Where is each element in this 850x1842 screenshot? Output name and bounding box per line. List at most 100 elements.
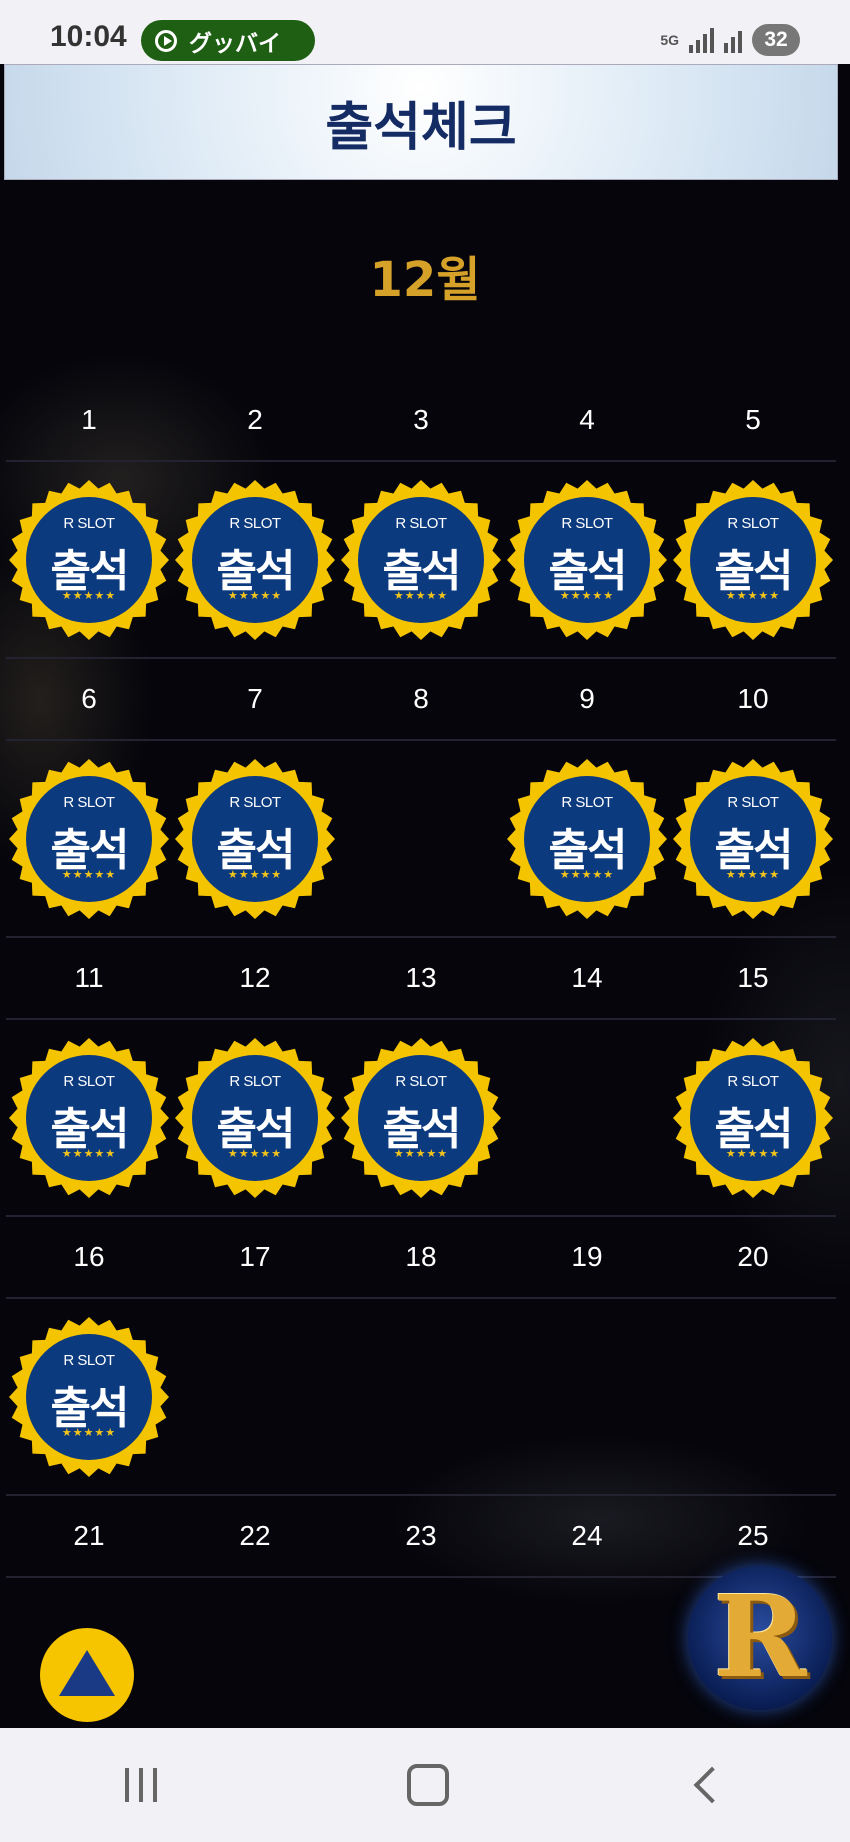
day-number: 7 [247,683,263,714]
battery-icon: 32 [752,24,800,56]
stamp-stars: ★★★★★ [559,589,615,602]
stamp-stars: ★★★★★ [227,1147,283,1160]
stamp-brand: R SLOT [561,793,613,811]
day-number: 25 [737,1520,769,1551]
attendance-stamp: R SLOT 출석 ★★★★★ [8,1037,170,1199]
day-cell[interactable]: R SLOT 출석 ★★★★★ [172,741,338,936]
stamp-stars: ★★★★★ [725,1147,781,1160]
stamp-brand: R SLOT [229,514,281,532]
stamp-brand: R SLOT [727,793,779,811]
day-number: 4 [579,404,595,435]
day-cell[interactable]: R SLOT 출석 ★★★★★ [6,741,172,936]
day-cell[interactable] [504,1020,670,1215]
stamp-stars: ★★★★★ [227,589,283,602]
stamp-stars: ★★★★★ [61,868,117,881]
day-cell[interactable] [172,1299,338,1494]
attendance-stamp: R SLOT 출석 ★★★★★ [8,479,170,641]
day-number: 14 [571,962,603,993]
stamp-stars: ★★★★★ [559,868,615,881]
day-cell[interactable]: R SLOT 출석 ★★★★★ [338,462,504,657]
stamp-brand: R SLOT [727,1072,779,1090]
day-cell[interactable]: R SLOT 출석 ★★★★★ [670,1020,836,1215]
stamp-brand: R SLOT [63,514,115,532]
stamp-brand: R SLOT [395,1072,447,1090]
day-number: 16 [73,1241,105,1272]
network-type: 5G [660,32,679,48]
day-number-row: 16 17 18 19 20 [6,1217,836,1299]
stamp-stars: ★★★★★ [61,1147,117,1160]
notification-pill[interactable]: グッバイ [141,20,315,61]
stamp-brand: R SLOT [63,1351,115,1369]
android-nav-bar [0,1728,850,1842]
day-cell[interactable] [670,1299,836,1494]
attendance-stamp: R SLOT 출석 ★★★★★ [8,758,170,920]
day-cell[interactable]: R SLOT 출석 ★★★★★ [670,462,836,657]
day-cell[interactable] [338,1299,504,1494]
day-number: 20 [737,1241,769,1272]
signal-icon-2 [724,27,742,53]
home-icon[interactable] [407,1764,449,1806]
stamp-brand: R SLOT [229,1072,281,1090]
day-number: 5 [745,404,761,435]
clock: 10:04 [50,20,127,53]
attendance-stamp: R SLOT 출석 ★★★★★ [672,758,834,920]
notification-text: グッバイ [189,30,281,57]
day-number: 12 [239,962,271,993]
day-cell[interactable]: R SLOT 출석 ★★★★★ [172,462,338,657]
stamp-brand: R SLOT [63,1072,115,1090]
scroll-top-button[interactable] [40,1628,134,1722]
page-header: 출석체크 [4,64,838,180]
day-number: 8 [413,683,429,714]
day-number: 9 [579,683,595,714]
attendance-calendar: 12345R SLOT 출석 ★★★★★ R SLOT 출석 ★★★★★ R SLOT 출석 ★… [6,380,836,1775]
day-cell[interactable]: R SLOT 출석 ★★★★★ [504,462,670,657]
attendance-stamp: R SLOT 출석 ★★★★★ [8,1316,170,1478]
day-number-row: 6 7 8 9 10 [6,659,836,741]
month-title: 12월 [369,252,481,308]
day-number: 6 [81,683,97,714]
day-cell[interactable]: R SLOT 출석 ★★★★★ [6,1020,172,1215]
stamp-stars: ★★★★★ [61,589,117,602]
day-cell[interactable]: R SLOT 출석 ★★★★★ [6,462,172,657]
day-cell[interactable]: R SLOT 출석 ★★★★★ [172,1020,338,1215]
stamp-brand: R SLOT [63,793,115,811]
day-number: 22 [239,1520,271,1551]
status-bar: 10:04 グッバイ 5G 32 [0,0,850,64]
day-number: 18 [405,1241,437,1272]
day-cell[interactable]: R SLOT 출석 ★★★★★ [6,1299,172,1494]
attendance-stamp: R SLOT 출석 ★★★★★ [506,758,668,920]
day-number: 13 [405,962,437,993]
day-number-row: 21 22 23 24 25 [6,1496,836,1578]
day-number: 2 [247,404,263,435]
day-cell[interactable] [338,741,504,936]
stamp-brand: R SLOT [727,514,779,532]
day-cell[interactable] [504,1299,670,1494]
rslot-logo-button[interactable]: R [688,1566,832,1710]
system-icons: 5G 32 [660,24,800,56]
attendance-stamp: R SLOT 출석 ★★★★★ [506,479,668,641]
day-number: 19 [571,1241,603,1272]
day-number: 3 [413,404,429,435]
day-number: 21 [73,1520,105,1551]
back-icon[interactable] [693,1766,731,1804]
attendance-stamp: R SLOT 출석 ★★★★★ [340,1037,502,1199]
stamp-stars: ★★★★★ [725,589,781,602]
day-cell[interactable]: R SLOT 출석 ★★★★★ [338,1020,504,1215]
signal-icon [689,27,714,53]
triangle-up-icon [59,1650,115,1696]
recent-apps-icon[interactable] [125,1768,157,1802]
page-title: 출석체크 [325,97,517,158]
logo-letter: R [713,1572,807,1703]
stamp-stars: ★★★★★ [393,1147,449,1160]
attendance-stamp: R SLOT 출석 ★★★★★ [340,479,502,641]
attendance-stamp: R SLOT 출석 ★★★★★ [174,758,336,920]
day-cell[interactable]: R SLOT 출석 ★★★★★ [504,741,670,936]
stamp-row: R SLOT 출석 ★★★★★ R SLOT 출석 ★★★★★ R SLOT 출석 ★★★★★ R… [6,462,836,659]
stamp-brand: R SLOT [395,514,447,532]
attendance-stamp: R SLOT 출석 ★★★★★ [672,479,834,641]
day-cell[interactable]: R SLOT 출석 ★★★★★ [670,741,836,936]
attendance-stamp: R SLOT 출석 ★★★★★ [672,1037,834,1199]
stamp-stars: ★★★★★ [725,868,781,881]
play-icon [155,29,177,52]
stamp-row: R SLOT 출석 ★★★★★ R SLOT 출석 ★★★★★ R SLOT 출석 ★★★★★ R… [6,741,836,938]
